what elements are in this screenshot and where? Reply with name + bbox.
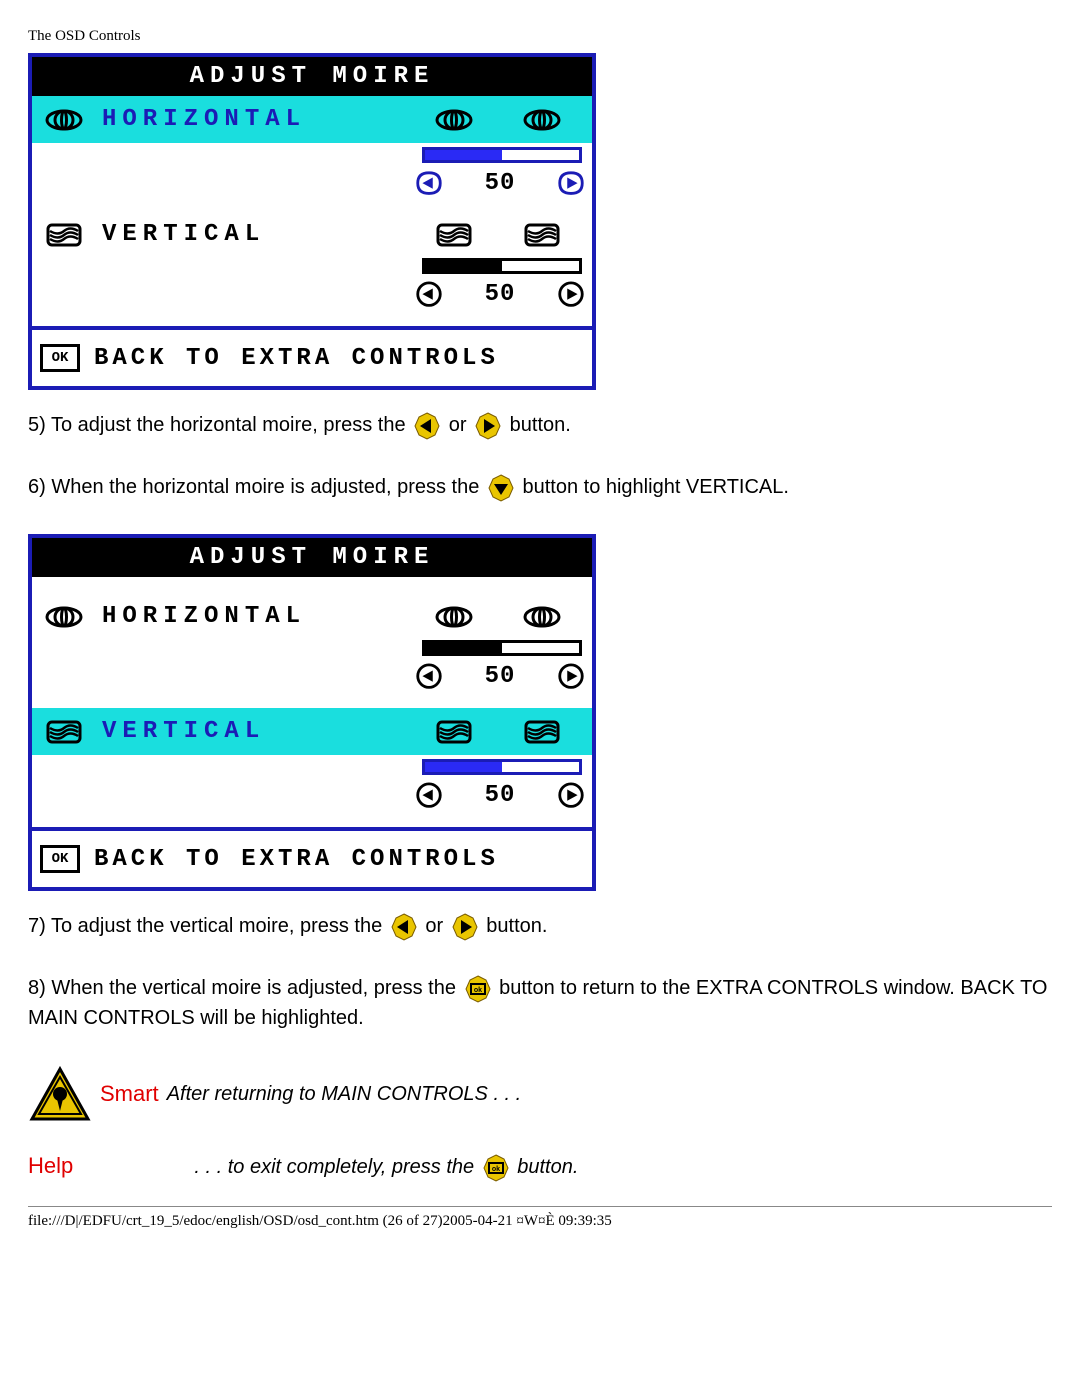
value-horizontal: 50 (485, 663, 516, 690)
vmoire-icon (434, 222, 474, 248)
slider-horizontal[interactable] (422, 640, 582, 656)
gold-right-icon (451, 913, 479, 941)
hmoire-icon (522, 107, 562, 133)
vmoire-icon (38, 719, 90, 745)
row-label-horizontal: HORIZONTAL (102, 603, 410, 630)
slider-row-vertical (32, 755, 592, 777)
slider-vertical[interactable] (422, 759, 582, 775)
left-arrow-icon[interactable] (414, 662, 444, 690)
row-label-vertical: VERTICAL (102, 718, 410, 745)
osd-title: ADJUST MOIRE (32, 538, 592, 577)
row-label-horizontal: HORIZONTAL (102, 106, 410, 133)
back-row[interactable]: OK BACK TO EXTRA CONTROLS (32, 827, 592, 887)
slider-row-horizontal (32, 143, 592, 165)
slider-horizontal[interactable] (422, 147, 582, 163)
value-vertical: 50 (485, 281, 516, 308)
gold-ok-icon (464, 975, 492, 1003)
back-label: BACK TO EXTRA CONTROLS (94, 345, 499, 372)
right-arrow-icon[interactable] (556, 781, 586, 809)
left-arrow-icon[interactable] (414, 169, 444, 197)
gold-down-icon (487, 474, 515, 502)
osd-panel-vertical: ADJUST MOIRE HORIZONTAL 50 VERTICAL (28, 534, 596, 891)
value-vertical: 50 (485, 782, 516, 809)
step-8: 8) When the vertical moire is adjusted, … (28, 973, 1052, 1033)
gold-right-icon (474, 412, 502, 440)
arrow-row-horizontal: 50 (32, 658, 592, 708)
right-arrow-icon[interactable] (556, 280, 586, 308)
step-7: 7) To adjust the vertical moire, press t… (28, 911, 1052, 941)
osd-row-horizontal[interactable]: HORIZONTAL (32, 577, 592, 636)
right-arrow-icon[interactable] (556, 662, 586, 690)
vmoire-icon (434, 719, 474, 745)
hmoire-icon (38, 604, 90, 630)
divider (28, 1206, 1052, 1207)
osd-title: ADJUST MOIRE (32, 57, 592, 96)
help-row: Help . . . to exit completely, press the… (28, 1153, 1052, 1182)
ok-icon: OK (40, 344, 80, 372)
help-label: Help (28, 1153, 73, 1178)
left-arrow-icon[interactable] (414, 781, 444, 809)
smart-label: Smart (100, 1081, 159, 1107)
osd-row-vertical[interactable]: VERTICAL (32, 215, 592, 254)
left-arrow-icon[interactable] (414, 280, 444, 308)
gold-left-icon (413, 412, 441, 440)
warning-icon (28, 1065, 92, 1123)
hmoire-icon (434, 604, 474, 630)
step-5: 5) To adjust the horizontal moire, press… (28, 410, 1052, 440)
arrow-row-horizontal: 50 (32, 165, 592, 215)
row-label-vertical: VERTICAL (102, 221, 410, 248)
slider-vertical[interactable] (422, 258, 582, 274)
footer-path: file:///D|/EDFU/crt_19_5/edoc/english/OS… (28, 1213, 1052, 1230)
hmoire-icon (522, 604, 562, 630)
smart-help-block: Smart After returning to MAIN CONTROLS .… (28, 1065, 1052, 1123)
smart-line2a: . . . to exit completely, press the (194, 1156, 479, 1178)
osd-row-horizontal[interactable]: HORIZONTAL (32, 96, 592, 143)
step-6: 6) When the horizontal moire is adjusted… (28, 472, 1052, 502)
hmoire-icon (38, 107, 90, 133)
vmoire-icon (522, 719, 562, 745)
vmoire-icon (38, 222, 90, 248)
hmoire-icon (434, 107, 474, 133)
smart-line2b: button. (517, 1156, 578, 1178)
osd-row-vertical[interactable]: VERTICAL (32, 708, 592, 755)
back-label: BACK TO EXTRA CONTROLS (94, 846, 499, 873)
ok-icon: OK (40, 845, 80, 873)
value-horizontal: 50 (485, 170, 516, 197)
osd-panel-horizontal: ADJUST MOIRE HORIZONTAL 50 VERTICAL (28, 53, 596, 390)
arrow-row-vertical: 50 (32, 777, 592, 827)
back-row[interactable]: OK BACK TO EXTRA CONTROLS (32, 326, 592, 386)
arrow-row-vertical: 50 (32, 276, 592, 326)
slider-row-vertical (32, 254, 592, 276)
gold-ok-icon (482, 1154, 510, 1182)
vmoire-icon (522, 222, 562, 248)
page-header: The OSD Controls (28, 28, 1052, 45)
slider-row-horizontal (32, 636, 592, 658)
right-arrow-icon[interactable] (556, 169, 586, 197)
gold-left-icon (390, 913, 418, 941)
smart-line1: After returning to MAIN CONTROLS . . . (167, 1083, 522, 1106)
